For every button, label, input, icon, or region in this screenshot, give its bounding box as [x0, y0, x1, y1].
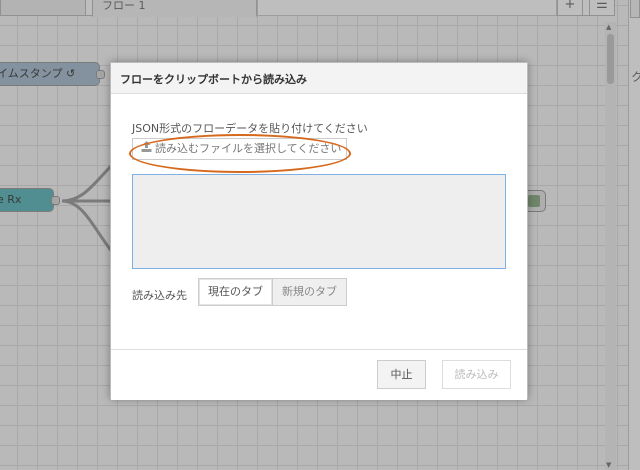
import-destination-label: 読み込み先 — [132, 289, 187, 302]
dialog-titlebar: フローをクリップボートから読み込み — [111, 63, 527, 94]
cancel-button[interactable]: 中止 — [377, 360, 426, 389]
current-tab-option[interactable]: 現在のタブ — [198, 278, 273, 306]
new-tab-option[interactable]: 新規のタブ — [273, 278, 347, 306]
import-button[interactable]: 読み込み — [442, 360, 511, 389]
import-dialog: フローをクリップボートから読み込み JSON形式のフローデータを貼り付けてくださ… — [110, 62, 528, 400]
upload-icon — [141, 139, 152, 159]
import-destination-toggle: 現在のタブ 新規のタブ — [198, 278, 347, 306]
select-file-button[interactable]: 読み込むファイルを選択してください — [132, 138, 347, 160]
json-paste-label: JSON形式のフローデータを貼り付けてください — [132, 122, 368, 135]
dialog-footer: 中止 読み込み — [111, 349, 527, 400]
json-input[interactable] — [132, 174, 506, 269]
select-file-label: 読み込むファイルを選択してください — [155, 142, 342, 155]
dialog-title: フローをクリップボートから読み込み — [120, 73, 307, 86]
